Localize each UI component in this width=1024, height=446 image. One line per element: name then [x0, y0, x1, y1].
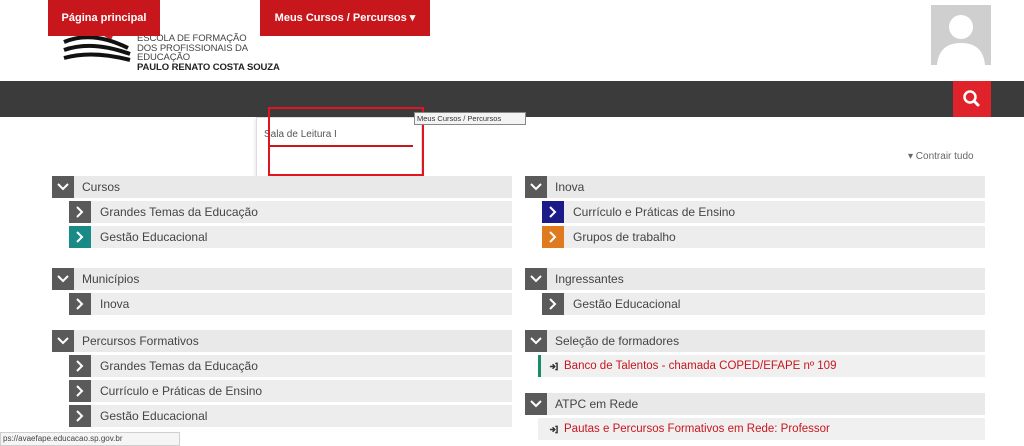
course-link[interactable]: Banco de Talentos - chamada COPED/EFAPE …	[538, 355, 985, 377]
chevron-right-icon[interactable]	[542, 201, 564, 223]
nav-my-courses[interactable]: Meus Cursos / Percursos ▾	[260, 0, 430, 36]
category-inova: Inova Currículo e Práticas de Ensino Gru…	[525, 176, 985, 248]
category-header[interactable]: Percursos Formativos	[52, 330, 512, 352]
category-title: Municípios	[82, 272, 140, 286]
user-silhouette-icon	[937, 15, 985, 65]
category-title: Seleção de formadores	[555, 334, 680, 348]
subcategory-item[interactable]: Currículo e Práticas de Ensino	[69, 380, 512, 402]
nav-contact[interactable]: Fale conosco	[162, 0, 260, 36]
category-percursos-formativos: Percursos Formativos Grandes Temas da Ed…	[52, 330, 512, 427]
chevron-down-icon[interactable]	[525, 393, 547, 415]
subcategory-title: Gestão Educacional	[100, 409, 208, 423]
category-title: Percursos Formativos	[82, 334, 199, 348]
subcategory-title: Grupos de trabalho	[573, 230, 676, 244]
category-title: Cursos	[82, 180, 121, 194]
category-title: Inova	[555, 180, 585, 194]
category-atpc-em-rede: ATPC em Rede Pautas e Percursos Formativ…	[525, 393, 985, 440]
nav-tooltip: Meus Cursos / Percursos	[414, 112, 526, 125]
category-title: ATPC em Rede	[555, 397, 639, 411]
chevron-down-icon[interactable]	[52, 176, 74, 198]
user-avatar[interactable]	[931, 5, 991, 65]
browser-status-url: ps://avaefape.educacao.sp.gov.br	[0, 432, 180, 446]
chevron-right-icon[interactable]	[542, 293, 564, 315]
category-header[interactable]: Ingressantes	[525, 268, 985, 290]
category-ingressantes: Ingressantes Gestão Educacional	[525, 268, 985, 315]
subcategory-title: Inova	[100, 297, 130, 311]
enter-icon	[549, 362, 558, 370]
chevron-right-icon[interactable]	[69, 293, 91, 315]
course-title: Banco de Talentos - chamada COPED/EFAPE …	[564, 360, 837, 372]
chevron-down-icon[interactable]	[525, 176, 547, 198]
subcategory-title: Currículo e Práticas de Ensino	[100, 384, 263, 398]
category-cursos: Cursos Grandes Temas da Educação Gestão …	[52, 176, 512, 248]
subcategory-item[interactable]: Grupos de trabalho	[542, 226, 985, 248]
subcategory-title: Gestão Educacional	[573, 297, 681, 311]
category-title: Ingressantes	[555, 272, 624, 286]
search-button[interactable]	[953, 81, 991, 117]
subcategory-item[interactable]: Inova	[69, 293, 512, 315]
collapse-all-link[interactable]: ▾ Contrair tudo	[908, 151, 974, 162]
category-header[interactable]: Municípios	[52, 268, 512, 290]
nav-home[interactable]: Página principal	[48, 0, 160, 36]
category-header[interactable]: Cursos	[52, 176, 512, 198]
category-header[interactable]: Inova	[525, 176, 985, 198]
subcategory-title: Gestão Educacional	[100, 230, 208, 244]
chevron-down-icon[interactable]	[52, 330, 74, 352]
search-icon	[963, 90, 980, 107]
chevron-right-icon[interactable]	[69, 380, 91, 402]
chevron-right-icon[interactable]	[69, 201, 91, 223]
subcategory-title: Grandes Temas da Educação	[100, 205, 258, 219]
subcategory-title: Currículo e Práticas de Ensino	[573, 205, 736, 219]
chevron-right-icon[interactable]	[69, 405, 91, 427]
category-municipios: Municípios Inova	[52, 268, 512, 315]
subcategory-item[interactable]: Gestão Educacional	[69, 405, 512, 427]
subcategory-title: Grandes Temas da Educação	[100, 359, 258, 373]
chevron-down-icon[interactable]	[52, 268, 74, 290]
chevron-right-icon[interactable]	[542, 226, 564, 248]
highlight-annotation	[268, 107, 424, 176]
enter-icon	[549, 425, 558, 433]
chevron-down-icon[interactable]	[525, 330, 547, 352]
logo-line-3: PAULO RENATO COSTA SOUZA	[137, 61, 280, 73]
subcategory-item[interactable]: Gestão Educacional	[69, 226, 512, 248]
course-title: Pautas e Percursos Formativos em Rede: P…	[564, 423, 830, 435]
course-link[interactable]: Pautas e Percursos Formativos em Rede: P…	[538, 418, 985, 440]
chevron-right-icon[interactable]	[69, 226, 91, 248]
subcategory-item[interactable]: Gestão Educacional	[542, 293, 985, 315]
category-header[interactable]: Seleção de formadores	[525, 330, 985, 352]
category-selecao-formadores: Seleção de formadores Banco de Talentos …	[525, 330, 985, 377]
logo-line-2: DOS PROFISSIONAIS DA EDUCAÇÃO	[137, 42, 248, 63]
subcategory-item[interactable]: Grandes Temas da Educação	[69, 201, 512, 223]
subcategory-item[interactable]: Currículo e Práticas de Ensino	[542, 201, 985, 223]
category-header[interactable]: ATPC em Rede	[525, 393, 985, 415]
subcategory-item[interactable]: Grandes Temas da Educação	[69, 355, 512, 377]
chevron-down-icon[interactable]	[525, 268, 547, 290]
chevron-right-icon[interactable]	[69, 355, 91, 377]
